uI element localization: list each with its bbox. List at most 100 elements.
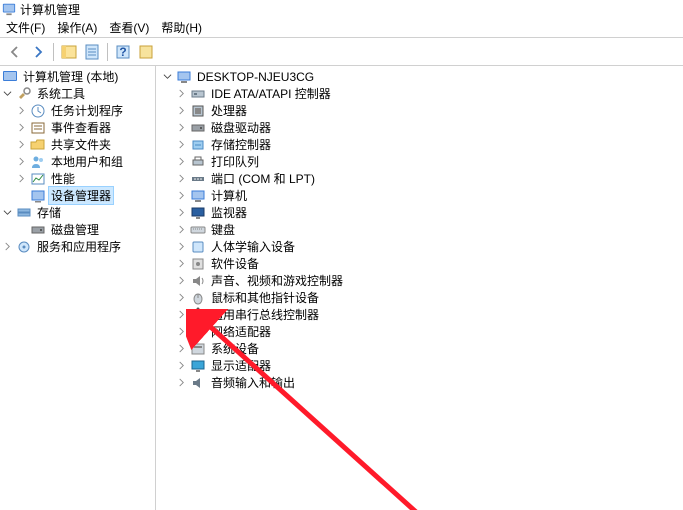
chevron-right-icon[interactable] [176, 326, 187, 337]
back-button[interactable] [4, 41, 26, 63]
menu-action[interactable]: 操作(A) [53, 17, 105, 38]
chevron-right-icon[interactable] [16, 156, 27, 167]
expander-empty [16, 224, 27, 235]
device-category-disk[interactable]: 磁盘驱动器 [156, 119, 683, 136]
device-category-audio[interactable]: 声音、视频和游戏控制器 [156, 272, 683, 289]
port-icon [190, 171, 206, 187]
tree-label: 磁盘管理 [49, 221, 101, 238]
chevron-right-icon[interactable] [2, 241, 13, 252]
menu-view[interactable]: 查看(V) [105, 17, 157, 38]
tree-root-computer-management[interactable]: 计算机管理 (本地) [0, 68, 155, 85]
audioio-icon [190, 375, 206, 391]
tree-task-scheduler[interactable]: 任务计划程序 [0, 102, 155, 119]
chevron-right-icon[interactable] [16, 105, 27, 116]
device-category-printer[interactable]: 打印队列 [156, 153, 683, 170]
services-icon [16, 239, 32, 255]
softdev-icon [190, 256, 206, 272]
tree-storage[interactable]: 存储 [0, 204, 155, 221]
titlebar: 计算机管理 [0, 0, 683, 18]
chevron-down-icon[interactable] [162, 71, 173, 82]
chevron-down-icon[interactable] [2, 88, 13, 99]
device-category-monitor[interactable]: 监视器 [156, 204, 683, 221]
device-category-keyboard[interactable]: 键盘 [156, 221, 683, 238]
chevron-right-icon[interactable] [176, 105, 187, 116]
tree-device-manager[interactable]: 设备管理器 [0, 187, 155, 204]
toolbar: ? [0, 38, 683, 66]
forward-button[interactable] [27, 41, 49, 63]
chevron-right-icon[interactable] [176, 377, 187, 388]
device-category-softdev[interactable]: 软件设备 [156, 255, 683, 272]
chevron-right-icon[interactable] [176, 190, 187, 201]
device-category-computer[interactable]: 计算机 [156, 187, 683, 204]
monitor-icon [190, 205, 206, 221]
device-category-ide[interactable]: IDE ATA/ATAPI 控制器 [156, 85, 683, 102]
right-device-tree-pane: DESKTOP-NJEU3CG IDE ATA/ATAPI 控制器处理器磁盘驱动… [156, 66, 683, 510]
chevron-right-icon[interactable] [176, 122, 187, 133]
chevron-right-icon[interactable] [176, 241, 187, 252]
device-category-audioio[interactable]: 音频输入和输出 [156, 374, 683, 391]
chevron-right-icon[interactable] [176, 88, 187, 99]
tree-label: 鼠标和其他指针设备 [209, 289, 321, 306]
tree-performance[interactable]: 性能 [0, 170, 155, 187]
computer-icon [176, 69, 192, 85]
chevron-right-icon[interactable] [176, 224, 187, 235]
chevron-right-icon[interactable] [176, 156, 187, 167]
device-category-network[interactable]: 网络适配器 [156, 323, 683, 340]
chevron-right-icon[interactable] [176, 309, 187, 320]
tree-shared-folders[interactable]: 共享文件夹 [0, 136, 155, 153]
chevron-right-icon[interactable] [176, 360, 187, 371]
tree-local-users[interactable]: 本地用户和组 [0, 153, 155, 170]
device-category-storagectl[interactable]: 存储控制器 [156, 136, 683, 153]
chevron-right-icon[interactable] [16, 173, 27, 184]
chevron-right-icon[interactable] [176, 173, 187, 184]
chevron-right-icon[interactable] [176, 139, 187, 150]
tree-system-tools[interactable]: 系统工具 [0, 85, 155, 102]
device-category-cpu[interactable]: 处理器 [156, 102, 683, 119]
device-category-system[interactable]: 系统设备 [156, 340, 683, 357]
tree-label: 服务和应用程序 [35, 238, 123, 255]
disk-icon [30, 222, 46, 238]
cpu-icon [190, 103, 206, 119]
device-category-usb[interactable]: 通用串行总线控制器 [156, 306, 683, 323]
tree-label: 本地用户和组 [49, 153, 125, 170]
menu-file[interactable]: 文件(F) [2, 17, 53, 38]
tree-services-apps[interactable]: 服务和应用程序 [0, 238, 155, 255]
tree-event-viewer[interactable]: 事件查看器 [0, 119, 155, 136]
tree-label: 存储控制器 [209, 136, 273, 153]
tree-label: IDE ATA/ATAPI 控制器 [209, 85, 333, 102]
tree-label: 显示适配器 [209, 357, 273, 374]
storagectl-icon [190, 137, 206, 153]
tree-label: 存储 [35, 204, 63, 221]
menu-help[interactable]: 帮助(H) [157, 17, 210, 38]
tree-label: 处理器 [209, 102, 249, 119]
help-button[interactable]: ? [112, 41, 134, 63]
show-hide-tree-button[interactable] [58, 41, 80, 63]
device-category-display[interactable]: 显示适配器 [156, 357, 683, 374]
event-icon [30, 120, 46, 136]
chevron-right-icon[interactable] [16, 122, 27, 133]
users-icon [30, 154, 46, 170]
shared-folder-icon [30, 137, 46, 153]
tree-label: 系统设备 [209, 340, 261, 357]
properties-button[interactable] [81, 41, 103, 63]
tree-label: 事件查看器 [49, 119, 113, 136]
chevron-right-icon[interactable] [176, 292, 187, 303]
chevron-right-icon[interactable] [176, 207, 187, 218]
toolbar-separator [53, 43, 54, 61]
printer-icon [190, 154, 206, 170]
chevron-right-icon[interactable] [16, 139, 27, 150]
chevron-right-icon[interactable] [176, 343, 187, 354]
refresh-button[interactable] [135, 41, 157, 63]
device-category-hid[interactable]: 人体学输入设备 [156, 238, 683, 255]
menubar: 文件(F) 操作(A) 查看(V) 帮助(H) [0, 18, 683, 38]
device-category-port[interactable]: 端口 (COM 和 LPT) [156, 170, 683, 187]
chevron-down-icon[interactable] [2, 207, 13, 218]
tree-label: 打印队列 [209, 153, 261, 170]
tools-icon [16, 86, 32, 102]
chevron-right-icon[interactable] [176, 258, 187, 269]
device-root-computer[interactable]: DESKTOP-NJEU3CG [156, 68, 683, 85]
tree-disk-management[interactable]: 磁盘管理 [0, 221, 155, 238]
chevron-right-icon[interactable] [176, 275, 187, 286]
tree-label: 任务计划程序 [49, 102, 125, 119]
device-category-mouse[interactable]: 鼠标和其他指针设备 [156, 289, 683, 306]
